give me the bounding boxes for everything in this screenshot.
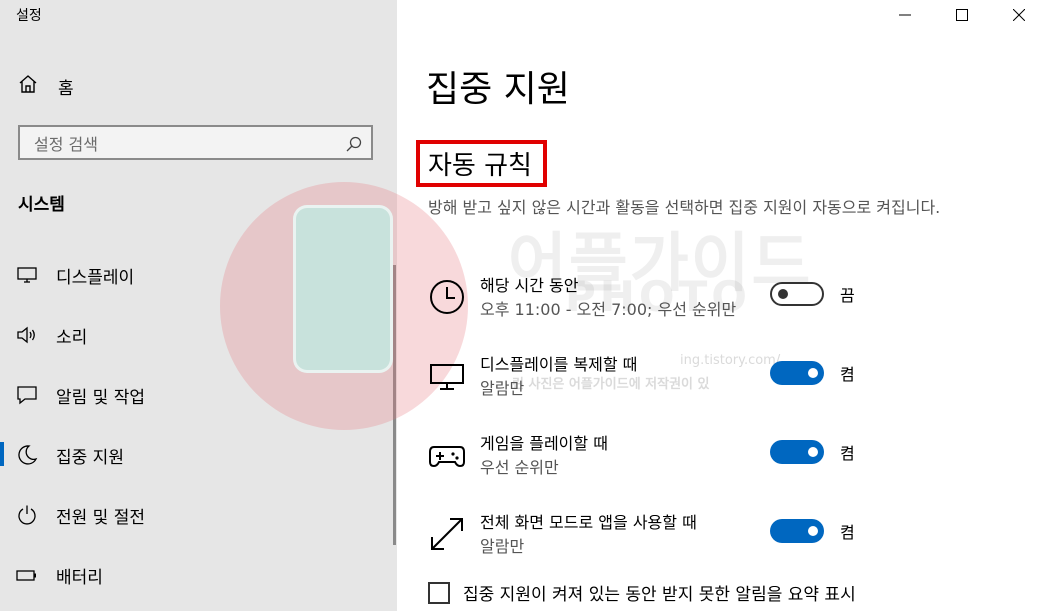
sidebar-item-label: 알림 및 작업 [56,388,146,408]
nav-home[interactable]: 홈 [18,72,74,100]
rule-title: 해당 시간 동안 [480,276,579,295]
sidebar-item-focus-assist[interactable]: 집중 지원 [0,434,397,474]
toggle-knob [778,289,788,299]
rule-title: 게임을 플레이할 때 [480,434,608,453]
toggle-knob [808,447,818,457]
rule-toggle[interactable] [770,440,824,464]
gamepad-icon [428,436,466,474]
watermark-phone-image [293,205,393,373]
toggle-state-label: 끔 [840,286,855,305]
summary-checkbox[interactable] [428,582,450,604]
maximize-button[interactable] [939,0,985,30]
sidebar-item-label: 전원 및 절전 [56,508,146,528]
rule-duplicating-display[interactable]: 디스플레이를 복제할 때 알람만 켬 [426,351,896,411]
maximize-icon [956,6,968,25]
sidebar-item-label: 소리 [56,328,88,348]
monitor-icon [16,264,38,286]
window-title: 설정 [16,8,42,24]
toggle-knob [808,526,818,536]
rule-sub: 알람만 [480,379,525,398]
rule-sub: 알람만 [480,537,525,556]
minimize-icon [899,6,911,25]
toggle-state-label: 켬 [840,523,855,542]
sidebar-item-label: 집중 지원 [56,448,124,468]
rule-during-these-times[interactable]: 해당 시간 동안 오후 11:00 - 오전 7:00; 우선 순위만 끔 [426,272,896,332]
close-button[interactable] [996,0,1038,30]
battery-icon [16,564,38,586]
section-subtitle: 자동 규칙 [428,151,532,181]
sidebar-item-label: 디스플레이 [56,268,135,288]
speaker-icon [16,324,38,346]
rule-toggle[interactable] [770,282,824,306]
rule-sub: 오후 11:00 - 오전 7:00; 우선 순위만 [480,300,737,319]
description: 방해 받고 싶지 않은 시간과 활동을 선택하면 집중 지원이 자동으로 켜집니… [428,198,941,217]
nav-home-label: 홈 [58,78,74,99]
toggle-state-label: 켬 [840,444,855,463]
rule-title: 전체 화면 모드로 앱을 사용할 때 [480,513,697,532]
power-icon [16,504,38,526]
summary-checkbox-label[interactable]: 집중 지원이 켜져 있는 동안 받지 못한 알림을 요약 표시 [463,580,856,605]
sidebar-item-battery[interactable]: 배터리 [0,554,397,594]
monitor-icon [428,357,466,395]
minimize-button[interactable] [882,0,928,30]
home-icon [18,74,38,98]
rule-fullscreen-app[interactable]: 전체 화면 모드로 앱을 사용할 때 알람만 켬 [426,509,896,569]
rule-toggle[interactable] [770,519,824,543]
notification-icon [16,384,38,406]
fullscreen-icon [428,515,466,553]
clock-icon [428,278,466,316]
toggle-state-label: 켬 [840,365,855,384]
search-box[interactable] [18,125,373,160]
sidebar-item-label: 배터리 [56,568,103,588]
rule-sub: 우선 순위만 [480,458,559,477]
section-title: 시스템 [18,195,65,215]
page-title: 집중 지원 [426,69,570,110]
sidebar-item-power[interactable]: 전원 및 절전 [0,494,397,534]
search-input[interactable] [32,132,336,156]
moon-icon [16,444,38,466]
rule-playing-game[interactable]: 게임을 플레이할 때 우선 순위만 켬 [426,430,896,490]
rule-toggle[interactable] [770,361,824,385]
close-icon [1012,6,1026,25]
rule-title: 디스플레이를 복제할 때 [480,355,638,374]
search-icon[interactable] [345,135,363,157]
toggle-knob [808,368,818,378]
